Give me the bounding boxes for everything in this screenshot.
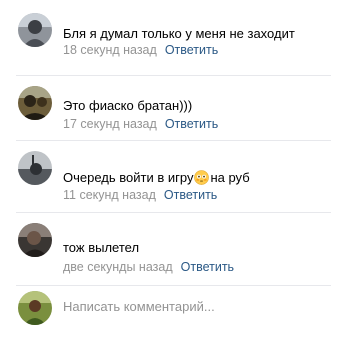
flushed-face-emoji-icon [194,170,210,185]
avatar[interactable] [18,151,52,185]
reply-button[interactable]: Ответить [164,188,217,202]
comment-item: Бля я думал только у меня не заходит 18 … [0,0,349,66]
reply-button[interactable]: Ответить [165,43,218,57]
comment-text: Очередь войти в игру на руб [63,170,250,185]
comment-text: тож вылетел [63,240,140,255]
comment-item: Очередь войти в игру на руб 11 секунд наз… [0,141,349,211]
comment-text-part: Очередь войти в игру [63,170,194,185]
comment-meta: 11 секунд назад Ответить [63,188,217,202]
comment-time[interactable]: две секунды назад [63,260,173,274]
comment-meta: две секунды назад Ответить [63,260,234,274]
comment-text: Бля я думал только у меня не заходит [63,26,295,41]
comment-text: Это фиаско братан))) [63,98,193,113]
avatar[interactable] [18,13,52,47]
reply-button[interactable]: Ответить [165,117,218,131]
comment-time[interactable]: 17 секунд назад [63,117,157,131]
avatar[interactable] [18,223,52,257]
avatar[interactable] [18,86,52,120]
comment-text-part: на руб [210,170,250,185]
avatar [18,291,52,325]
comment-item: Это фиаско братан))) 17 секунд назад Отве… [0,76,349,141]
comment-item: тож вылетел две секунды назад Ответить [0,213,349,283]
comment-meta: 17 секунд назад Ответить [63,117,218,131]
comment-meta: 18 секунд назад Ответить [63,43,218,57]
comment-input[interactable]: Написать комментарий... [63,299,215,314]
reply-button[interactable]: Ответить [181,260,234,274]
comment-time[interactable]: 18 секунд назад [63,43,157,57]
comment-time[interactable]: 11 секунд назад [63,188,156,202]
